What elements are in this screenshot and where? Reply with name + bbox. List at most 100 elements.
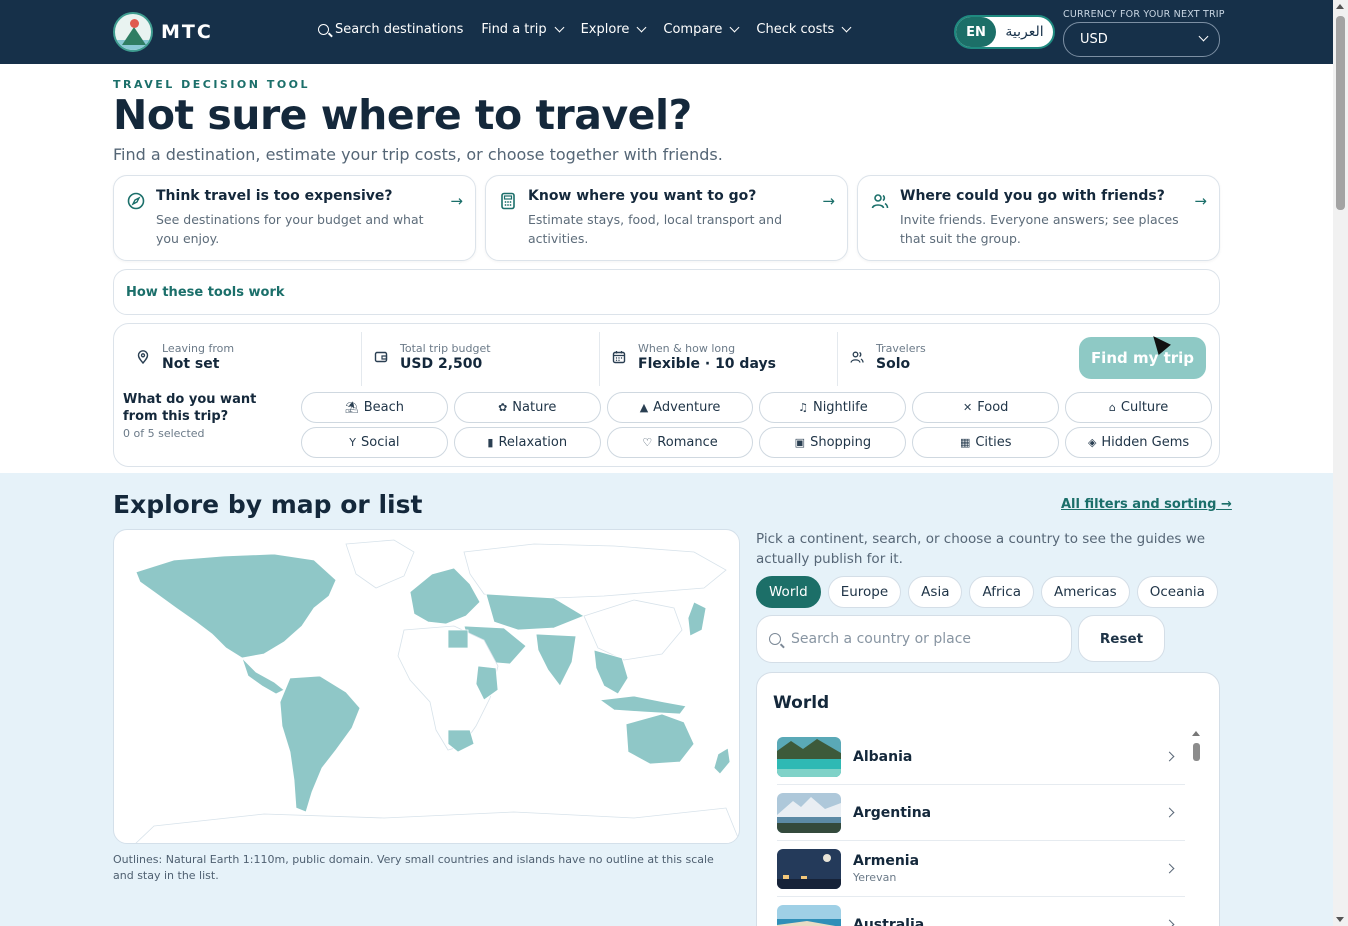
country-list-panel: World Albania Argentina Armenia Yerevan … [756,672,1220,926]
page-scrollbar[interactable] [1333,0,1348,926]
russia-shape[interactable] [463,543,727,601]
card-description: See destinations for your budget and wha… [156,212,424,246]
chip-nature[interactable]: ✿ Nature [453,392,601,423]
chip-label: Beach [363,400,405,415]
gem-icon: ◈ [1087,436,1097,449]
greenland-shape[interactable] [345,539,415,589]
scrollbar-thumb[interactable] [1193,743,1200,761]
country-row-argentina[interactable]: Argentina [777,785,1185,841]
field-dates[interactable]: When & how long Flexible · 10 days [600,332,838,386]
scroll-up-icon[interactable] [1192,731,1200,736]
region-oceania[interactable]: Oceania [1136,576,1218,608]
country-row-australia[interactable]: Australia [777,897,1185,926]
tool-cards: Think travel is too expensive? See desti… [113,175,1220,261]
calendar-icon [612,351,626,364]
chip-romance[interactable]: ♡ Romance [606,427,754,458]
region-world[interactable]: World [756,576,821,608]
antarctica-shape[interactable] [134,807,740,844]
central-america-shape[interactable] [241,657,285,695]
trip-planner: Leaving from Not set Total trip budget U… [113,323,1220,467]
wallet-icon [374,351,388,363]
world-map[interactable] [113,529,740,844]
chip-label: Food [977,400,1009,415]
scroll-down-icon[interactable] [1336,917,1344,922]
central-asia-shape[interactable] [485,593,585,631]
chip-adventure[interactable]: ▲ Adventure [606,392,754,423]
interest-chips: ⛱ Beach ✿ Nature ▲ Adventure ♫ Nightlife ✕ Fo… [301,392,1212,458]
nav-find-a-trip[interactable]: Find a trip [481,22,565,37]
all-filters-link[interactable]: All filters and sorting → [1061,497,1232,512]
nav-label: Explore [580,22,630,37]
chevron-down-icon [554,22,565,33]
country-row-albania[interactable]: Albania [777,729,1185,785]
location-pin-icon [137,350,149,364]
country-search-input[interactable] [791,631,1051,647]
chip-social[interactable]: Y Social [301,427,448,458]
logo-text: MTC [161,21,213,43]
country-list: Albania Argentina Armenia Yerevan Austra… [777,729,1185,926]
region-asia[interactable]: Asia [908,576,963,608]
nav-search-destinations[interactable]: Search destinations [318,22,463,37]
chevron-right-icon [1164,807,1175,818]
india-shape[interactable] [535,633,577,687]
arrow-right-icon: → [450,192,463,210]
nav-compare[interactable]: Compare [663,22,740,37]
currency-label: CURRENCY FOR YOUR NEXT TRIP [1063,9,1225,20]
card-friends[interactable]: Where could you go with friends? Invite … [857,175,1220,261]
card-title: Where could you go with friends? [900,188,1165,204]
chip-culture[interactable]: ⌂ Culture [1065,392,1212,423]
reset-button[interactable]: Reset [1078,615,1165,662]
field-travelers[interactable]: Travelers Solo [838,332,1075,386]
page-subtitle: Find a destination, estimate your trip c… [113,145,723,164]
how-tools-work-toggle[interactable]: How these tools work [113,269,1220,315]
users-icon [850,351,864,363]
chip-nightlife[interactable]: ♫ Nightlife [759,392,907,423]
chip-food[interactable]: ✕ Food [912,392,1060,423]
page-title: Not sure where to travel? [113,91,692,139]
region-europe[interactable]: Europe [827,576,902,608]
chip-cities[interactable]: ▦ Cities [912,427,1060,458]
north-america-shape[interactable] [135,553,337,659]
chip-shopping[interactable]: ▣ Shopping [759,427,907,458]
australia-shape[interactable] [625,713,695,765]
currency-select[interactable]: USD [1063,22,1220,57]
world-map-svg [134,539,740,844]
candle-icon: ▮ [487,436,494,449]
scroll-up-icon[interactable] [1336,4,1344,9]
chevron-right-icon [1164,751,1175,762]
nav-check-costs[interactable]: Check costs [756,22,852,37]
chip-beach[interactable]: ⛱ Beach [301,392,448,423]
chip-relaxation[interactable]: ▮ Relaxation [453,427,601,458]
chip-label: Culture [1120,400,1169,415]
new-zealand-shape[interactable] [713,747,731,775]
list-scrollbar[interactable] [1192,731,1201,926]
logo[interactable]: MTC [113,12,213,52]
field-leaving-from[interactable]: Leaving from Not set [124,332,362,386]
scrollbar-thumb[interactable] [1336,16,1345,210]
heart-icon: ♡ [642,436,653,449]
indonesia-shape[interactable] [598,695,687,715]
europe-shape[interactable] [409,567,481,625]
country-search[interactable] [756,615,1072,663]
japan-shape[interactable] [687,601,707,637]
link-label: All filters and sorting [1061,497,1217,512]
field-budget[interactable]: Total trip budget USD 2,500 [362,332,600,386]
region-africa[interactable]: Africa [969,576,1034,608]
region-americas[interactable]: Americas [1040,576,1130,608]
search-icon [318,24,329,35]
chip-label: Hidden Gems [1101,435,1190,450]
card-budget[interactable]: Think travel is too expensive? See desti… [113,175,476,261]
country-thumbnail [777,904,841,926]
card-costs[interactable]: Know where you want to go? Estimate stay… [485,175,848,261]
find-my-trip-button[interactable]: Find my trip [1079,337,1206,379]
map-attribution: Outlines: Natural Earth 1:110m, public d… [113,853,714,882]
egypt-shape[interactable] [447,629,469,649]
chip-label: Adventure [653,400,721,415]
language-toggle[interactable]: EN العربية [954,15,1055,49]
nav-explore[interactable]: Explore [580,22,647,37]
chip-hidden-gems[interactable]: ◈ Hidden Gems [1065,427,1212,458]
language-en-option[interactable]: EN [956,17,996,47]
south-america-shape[interactable] [279,675,361,813]
country-row-armenia[interactable]: Armenia Yerevan [777,841,1185,897]
language-ar-option[interactable]: العربية [996,24,1053,40]
